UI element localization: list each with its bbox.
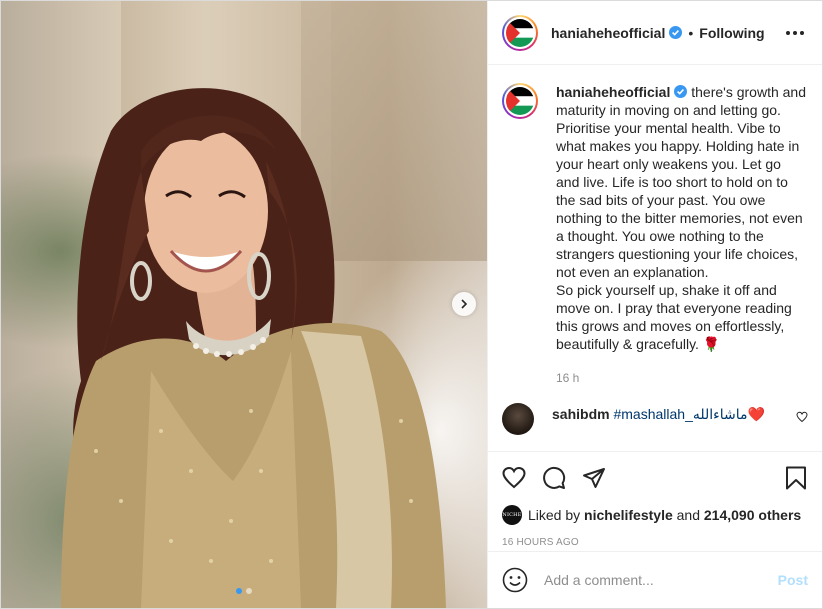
comment-text: sahibdm #mashallah_ماشاءالله❤️ — [552, 405, 772, 423]
caption-text: haniaheheofficial there's growth and mat… — [556, 83, 808, 353]
carousel-dots — [1, 588, 487, 594]
carousel-dot — [246, 588, 252, 594]
likes-summary[interactable]: NICHE Liked by nichelifestyle and 214,09… — [502, 504, 808, 526]
emoji-icon[interactable] — [502, 567, 528, 593]
posted-time[interactable]: 16 HOURS AGO — [502, 537, 808, 551]
post-caption: haniaheheofficial there's growth and mat… — [502, 83, 808, 353]
bookmark-icon[interactable] — [784, 466, 808, 490]
header-separator: • — [688, 24, 694, 41]
flag-avatar-image — [506, 87, 534, 115]
verified-badge-icon — [674, 85, 688, 98]
caption-body: there's growth and maturity in moving on… — [556, 84, 806, 352]
caption-time-ago[interactable]: 16 h — [556, 371, 808, 385]
add-comment-bar: Post — [488, 551, 822, 608]
photo-subject — [61, 88, 446, 608]
add-comment-input[interactable] — [544, 572, 770, 588]
caption-author-avatar[interactable] — [502, 83, 538, 119]
heart-icon[interactable] — [502, 466, 526, 490]
verified-badge-icon — [669, 26, 683, 39]
caption-username[interactable]: haniaheheofficial — [556, 84, 670, 100]
likes-connector: and — [676, 507, 700, 523]
carousel-dot — [236, 588, 242, 594]
comment-emoji: ❤️ — [747, 406, 765, 422]
commenter-avatar[interactable] — [502, 403, 534, 435]
comments-section[interactable]: haniaheheofficial there's growth and mat… — [488, 65, 822, 451]
post-header: haniaheheofficial • Following — [488, 1, 822, 65]
post-details-panel: haniaheheofficial • Following haniaheheo… — [487, 1, 822, 608]
first-liker-username[interactable]: nichelifestyle — [584, 507, 673, 523]
author-avatar[interactable] — [502, 14, 538, 51]
post-comment-button[interactable]: Post — [778, 572, 808, 588]
author-username[interactable]: haniaheheofficial — [551, 25, 665, 41]
comment-hashtag[interactable]: #mashallah_ماشاءالله — [613, 406, 747, 422]
post-dialog: haniaheheofficial • Following haniaheheo… — [0, 0, 823, 609]
post-actions-area: NICHE Liked by nichelifestyle and 214,09… — [488, 451, 822, 551]
comment-like-heart-icon[interactable] — [796, 411, 808, 423]
share-icon[interactable] — [582, 466, 606, 490]
likes-prefix: Liked by — [528, 507, 581, 523]
chevron-right-icon — [461, 299, 468, 309]
flag-avatar-image — [506, 18, 534, 47]
following-button[interactable]: Following — [699, 25, 764, 41]
post-photo[interactable] — [1, 1, 487, 608]
more-options-icon[interactable] — [782, 25, 808, 41]
liker-avatar[interactable]: NICHE — [502, 505, 522, 525]
comment-item: sahibdm #mashallah_ماشاءالله❤️ — [502, 403, 808, 435]
comment-icon[interactable] — [542, 466, 566, 490]
carousel-next-button[interactable] — [452, 292, 476, 316]
likes-others-count[interactable]: 214,090 others — [704, 507, 801, 523]
action-bar — [502, 452, 808, 504]
comment-username[interactable]: sahibdm — [552, 406, 610, 422]
